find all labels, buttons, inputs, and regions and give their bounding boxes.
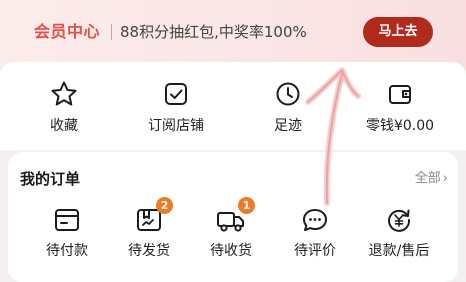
banner-divider [111, 24, 112, 40]
all-orders-link[interactable]: 全部 › [415, 170, 448, 188]
wallet-icon [389, 85, 411, 104]
my-orders-title: 我的订单 [20, 170, 81, 188]
card-icon [52, 206, 82, 234]
go-now-button[interactable]: 马上去 [363, 17, 433, 47]
favorites-label: 收藏 [50, 118, 78, 134]
refund-aftersale-label: 退款/售后 [368, 243, 430, 259]
refund-icon [384, 206, 414, 234]
pending-review-item[interactable]: 待评价 [274, 206, 356, 260]
favorites-item[interactable]: 收藏 [16, 80, 112, 135]
pending-receipt-item[interactable]: 1 待收货 [190, 197, 272, 260]
truck-icon: 1 [216, 197, 255, 234]
subscribed-shops-item[interactable]: 订阅店铺 [128, 80, 224, 135]
wallet-label: 零钱¥0.00 [365, 118, 435, 134]
pending-review-label: 待评价 [294, 243, 336, 259]
pending-payment-item[interactable]: 待付款 [26, 206, 108, 260]
points-promo-text[interactable]: 88积分抽红包,中奖率100% [120, 20, 307, 44]
chevron-right-icon: › [442, 171, 448, 186]
clock-icon [276, 82, 300, 106]
quick-links-card: 收藏 订阅店铺 足迹 零钱¥0.00 [0, 62, 466, 150]
member-banner[interactable]: 会员中心 88积分抽红包,中奖率100% 马上去 [0, 0, 466, 70]
all-orders-label: 全部 [414, 171, 441, 186]
package-icon: 2 [134, 197, 173, 234]
wallet-item[interactable]: 零钱¥0.00 [352, 80, 448, 135]
comment-icon [300, 206, 330, 234]
subscribe-check-icon [165, 83, 187, 105]
pending-shipment-label: 待发货 [128, 243, 170, 259]
member-center-title[interactable]: 会员中心 [34, 20, 100, 44]
pending-payment-label: 待付款 [46, 243, 88, 259]
footprints-label: 足迹 [274, 118, 302, 134]
pending-receipt-badge: 1 [238, 197, 255, 214]
refund-aftersale-item[interactable]: 退款/售后 [358, 206, 440, 260]
footprints-item[interactable]: 足迹 [240, 80, 336, 135]
pending-shipment-badge: 2 [156, 197, 173, 214]
star-icon [51, 81, 77, 106]
pending-shipment-item[interactable]: 2 待发货 [108, 197, 190, 260]
my-orders-card: 我的订单 全部 › 待付款 2 待发货 1 待收货 待评价 退款/售后 [8, 152, 458, 282]
pending-receipt-label: 待收货 [210, 243, 252, 259]
subscribed-shops-label: 订阅店铺 [148, 118, 204, 134]
